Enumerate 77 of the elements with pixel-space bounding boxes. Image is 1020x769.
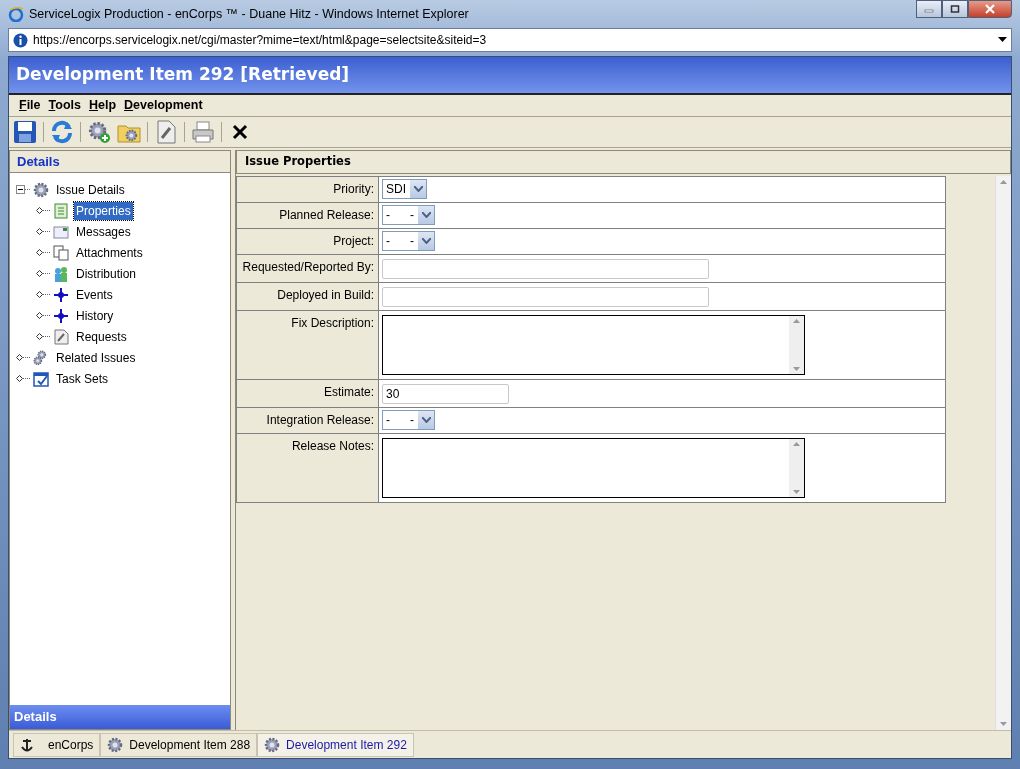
caret-icon (421, 238, 431, 244)
tree-item[interactable]: Related Issues (54, 348, 138, 367)
app-title: Development Item 292 [Retrieved] (16, 63, 350, 87)
scroll-up-icon[interactable] (1000, 180, 1007, 184)
anchor-icon (20, 736, 34, 753)
tree-node-icon (36, 207, 51, 214)
tree-node-icon (36, 249, 51, 256)
gear-icon (264, 736, 281, 753)
tree-item[interactable]: Events (74, 285, 115, 304)
tree-node-icon (16, 354, 31, 361)
scroll-up-icon[interactable] (793, 442, 800, 446)
nodes-icon (53, 286, 69, 303)
dropdown[interactable]: SDI (382, 179, 427, 199)
scrollbar[interactable] (995, 176, 1011, 730)
gear-icon (107, 736, 124, 753)
gear-icon (33, 181, 49, 198)
tree-item[interactable]: Task Sets (54, 369, 111, 388)
tree-node-icon (36, 291, 51, 298)
caret-icon (413, 186, 423, 192)
input-field[interactable]: 30 (382, 384, 509, 404)
scroll-down-icon[interactable] (1000, 722, 1007, 726)
tree-item[interactable]: Distribution (74, 264, 139, 283)
menu-item[interactable]: Development (124, 96, 203, 115)
save-icon[interactable] (13, 120, 37, 144)
collapse-icon[interactable] (16, 185, 31, 194)
scroll-down-icon[interactable] (793, 367, 800, 371)
tree-item[interactable]: Messages (74, 222, 133, 241)
tree-item[interactable]: Requests (74, 327, 129, 346)
refresh-icon[interactable] (50, 120, 74, 144)
gear-add-icon[interactable] (87, 120, 111, 144)
task-tab[interactable]: enCorps (13, 732, 101, 757)
tree-node-icon (36, 312, 51, 319)
panel-header: Details (10, 151, 230, 173)
info-icon (13, 32, 28, 48)
scroll-up-icon[interactable] (793, 319, 800, 323)
input-field[interactable] (382, 259, 709, 279)
caret-icon (421, 212, 431, 218)
tree-item[interactable]: History (74, 306, 116, 325)
tree-item[interactable]: Attachments (74, 243, 145, 262)
dropdown-arrow-icon[interactable] (998, 37, 1007, 43)
people-icon (53, 265, 69, 282)
menu-item[interactable]: Help (88, 96, 117, 115)
text-area[interactable] (382, 438, 805, 498)
tree-node-icon (36, 228, 51, 235)
dropdown[interactable]: - - (382, 410, 435, 430)
text-area[interactable] (382, 315, 805, 375)
input-field[interactable] (382, 287, 709, 307)
tree-node-icon (16, 375, 31, 382)
task-tab[interactable]: Development Item 292 (257, 732, 414, 757)
panel-footer[interactable]: Details (10, 705, 230, 729)
tree-item[interactable]: Issue Details (54, 180, 127, 199)
dropdown[interactable]: - - (382, 205, 435, 225)
pages-icon (53, 244, 69, 261)
window-title: ServiceLogix Production - enCorps ™ - Duane Hitz - Windows Internet Explorer (29, 5, 469, 23)
message-icon (53, 223, 69, 240)
dropdown[interactable]: - - (382, 231, 435, 251)
tree-item[interactable]: Properties (74, 201, 133, 220)
maximize-button[interactable] (942, 0, 968, 18)
checklist-icon (33, 370, 49, 387)
minimize-button[interactable] (916, 0, 942, 18)
list-icon (53, 202, 69, 219)
browser-icon (8, 6, 24, 22)
address-bar[interactable]: https://encorps.servicelogix.net/cgi/master?mime=text/html&page=selectsite&siteid=3 (8, 28, 1012, 52)
nodes-icon (53, 307, 69, 324)
caret-icon (421, 417, 431, 423)
close-button[interactable] (968, 0, 1012, 18)
gears-icon (33, 349, 49, 366)
menu-item[interactable]: Tools (48, 96, 81, 115)
section-header: Issue Properties (236, 150, 1011, 174)
printer-icon[interactable] (191, 120, 215, 144)
tree-node-icon (36, 270, 51, 277)
menu-item[interactable]: File (19, 96, 41, 115)
tree-node-icon (36, 333, 51, 340)
scroll-down-icon[interactable] (793, 490, 800, 494)
maximize-icon (950, 5, 960, 13)
task-tab[interactable]: Development Item 288 (100, 732, 258, 757)
close-icon (984, 4, 996, 14)
